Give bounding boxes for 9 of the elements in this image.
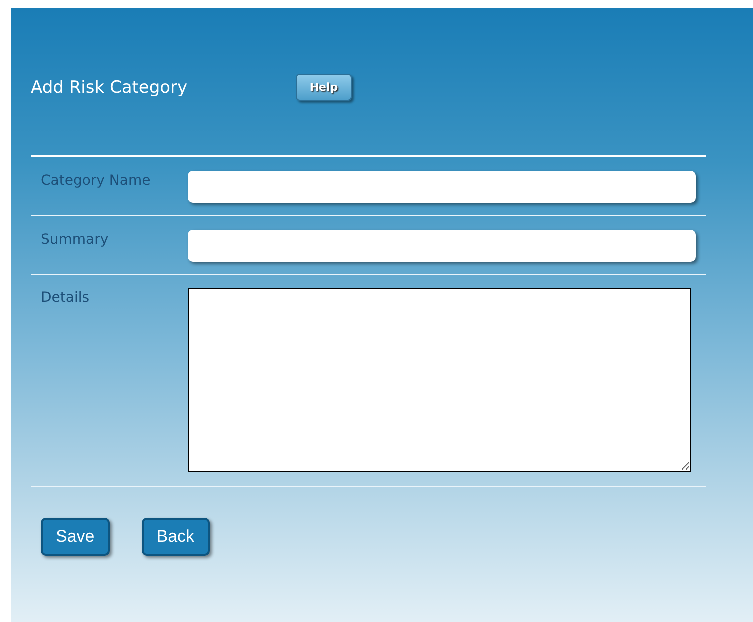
field-label: Summary <box>41 231 110 248</box>
input-field[interactable] <box>188 230 696 262</box>
field-label: Details <box>41 289 91 306</box>
details-textarea[interactable] <box>188 288 691 472</box>
input-field[interactable] <box>188 171 696 203</box>
field-label: Category Name <box>41 172 152 189</box>
page-title: Add Risk Category <box>31 78 189 98</box>
back-button[interactable]: Back <box>142 518 210 556</box>
save-button[interactable]: Save <box>41 518 110 556</box>
